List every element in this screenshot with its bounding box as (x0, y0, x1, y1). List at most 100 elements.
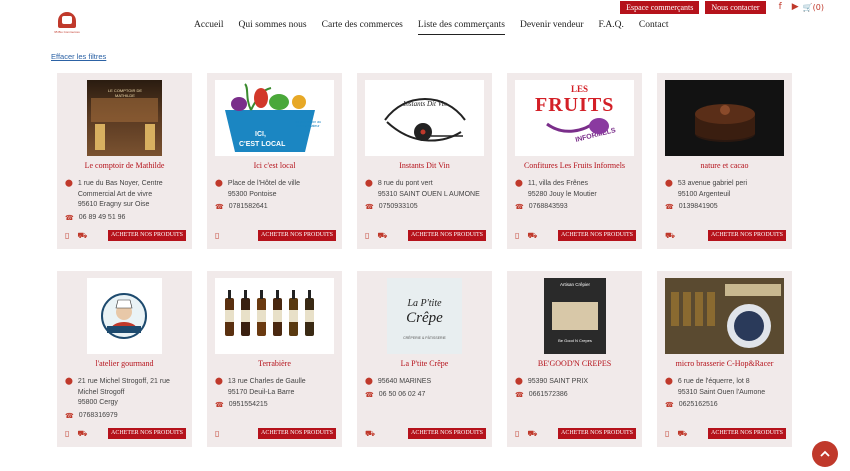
delivery-truck-icon: ⛟ (377, 230, 388, 240)
buy-products-button[interactable]: ACHETER NOS PRODUITS (107, 230, 186, 241)
clear-filters-link[interactable]: Effacer les filtres (51, 52, 106, 61)
phone-icon: ☎ (665, 402, 674, 409)
image-caption: LE COMPTOIR DE MATHILDE (107, 88, 143, 98)
facebook-icon[interactable]: f (779, 2, 782, 12)
phone-number[interactable]: 06 50 06 02 47 (379, 391, 426, 399)
phone-number[interactable]: 0625162516 (679, 401, 718, 409)
merchant-photo (665, 278, 784, 354)
buy-products-button[interactable]: ACHETER NOS PRODUITS (557, 230, 636, 241)
click-and-collect-icon: ▯ (65, 429, 70, 438)
cart-icon: 🛒 (802, 2, 813, 12)
merchant-name[interactable]: nature et cacao (657, 161, 792, 170)
address-lines: 6 rue de l'équerre, lot 8 95310 Saint Oue… (678, 377, 765, 398)
phone-number[interactable]: 0661572386 (529, 391, 568, 399)
cart-link[interactable]: 🛒(0) (803, 3, 824, 12)
merchant-card[interactable]: ICI, C'EST LOCAL ICI, C'EST LOCAL de pro… (207, 73, 342, 249)
card-actions: ⛟ ACHETER NOS PRODUITS (365, 428, 486, 439)
image-caption: Artisan Crêpier (559, 282, 590, 287)
click-and-collect-icon: ▯ (65, 231, 70, 240)
merchant-card[interactable]: l'atelier gourmand ⬤ 21 rue Michel Strog… (57, 271, 192, 447)
contact-us-button[interactable]: Nous contacter (705, 0, 766, 14)
merchant-name[interactable]: La P'tite Crêpe (357, 359, 492, 368)
merchant-phone: ☎ 0625162516 (665, 401, 718, 409)
phone-icon: ☎ (515, 204, 524, 211)
buy-products-button[interactable]: ACHETER NOS PRODUITS (707, 230, 786, 241)
phone-number[interactable]: 06 89 49 51 96 (79, 214, 126, 222)
merchant-card[interactable]: nature et cacao ⬤ 53 avenue gabriel peri… (657, 73, 792, 249)
merchant-card[interactable]: LES FRUITS INFORMELS Confitures Les Frui… (507, 73, 642, 249)
phone-icon: ☎ (65, 412, 74, 420)
address-lines: 21 rue Michel Strogoff, 21 rue Michel Str… (78, 377, 170, 409)
nav-about[interactable]: Qui sommes nous (239, 20, 307, 35)
merchant-name[interactable]: Le comptoir de Mathilde (57, 161, 192, 170)
phone-icon: ☎ (65, 214, 74, 222)
click-and-collect-icon: ▯ (515, 231, 520, 240)
nav-map[interactable]: Carte des commerces (322, 20, 403, 35)
merchant-name[interactable]: Terrabière (207, 359, 342, 368)
buy-products-button[interactable]: ACHETER NOS PRODUITS (407, 428, 486, 439)
phone-icon: ☎ (365, 204, 374, 211)
address-line: Michel Strogoff (77, 388, 125, 396)
merchant-card[interactable]: La P'tite Crêpe CRÊPERIE & PÂTISSERIE La… (357, 271, 492, 447)
merchant-photo (215, 278, 334, 354)
merchant-photo: LE COMPTOIR DE MATHILDE (87, 80, 162, 156)
phone-number[interactable]: 0750933105 (379, 203, 418, 211)
location-pin-icon: ⬤ (665, 180, 673, 187)
phone-icon: ☎ (665, 204, 674, 211)
merchant-photo (665, 80, 784, 156)
image-caption: Crêpe (406, 310, 443, 326)
phone-number[interactable]: 0139841905 (679, 203, 718, 211)
main-nav: Accueil Qui sommes nous Carte des commer… (194, 20, 668, 35)
merchant-phone: ☎ 0139841905 (665, 203, 718, 211)
address-line: 95310 SAINT OUEN L AUMONE (377, 190, 480, 198)
merchant-name[interactable]: l'atelier gourmand (57, 359, 192, 368)
nav-faq[interactable]: F.A.Q. (599, 20, 624, 35)
buy-products-button[interactable]: ACHETER NOS PRODUITS (257, 230, 336, 241)
buy-products-button[interactable]: ACHETER NOS PRODUITS (107, 428, 186, 439)
merchant-name[interactable]: Instants Dit Vin (357, 161, 492, 170)
buy-products-button[interactable]: ACHETER NOS PRODUITS (407, 230, 486, 241)
delivery-truck-icon: ⛟ (77, 230, 88, 240)
buy-products-button[interactable]: ACHETER NOS PRODUITS (707, 428, 786, 439)
address-line: 21 rue Michel Strogoff, 21 rue (77, 378, 170, 385)
youtube-icon[interactable]: ▶ (792, 2, 799, 12)
merchant-card[interactable]: Artisan Crêpier Be Good N Crepes BE'GOOD… (507, 271, 642, 447)
nav-become-seller[interactable]: Devenir vendeur (520, 20, 584, 35)
merchant-address: ⬤ 11, villa des Frênes 95280 Jouy le Mout… (515, 179, 634, 200)
phone-icon: ☎ (515, 391, 524, 399)
buy-products-button[interactable]: ACHETER NOS PRODUITS (257, 428, 336, 439)
location-pin-icon: ⬤ (515, 378, 523, 385)
phone-number[interactable]: 0768843593 (529, 203, 568, 211)
image-caption: Instants Dit Vin (403, 100, 447, 108)
phone-number[interactable]: 0951554215 (229, 401, 268, 409)
buy-products-button[interactable]: ACHETER NOS PRODUITS (557, 428, 636, 439)
location-pin-icon: ⬤ (515, 180, 523, 187)
scroll-top-button[interactable] (812, 441, 838, 467)
phone-icon: ☎ (365, 391, 374, 399)
phone-number[interactable]: 0768316979 (79, 412, 118, 420)
nav-merchant-list[interactable]: Liste des commerçants (417, 20, 505, 35)
card-actions: ▯ ACHETER NOS PRODUITS (215, 428, 336, 439)
card-actions: ▯ ACHETER NOS PRODUITS (215, 230, 336, 241)
address-line: 95800 Cergy (77, 399, 118, 406)
merchant-card[interactable]: LE COMPTOIR DE MATHILDE Le comptoir de M… (57, 73, 192, 249)
card-actions: ⛟ ACHETER NOS PRODUITS (665, 230, 786, 241)
site-logo[interactable]: 95 Bio Commerces (54, 12, 80, 40)
merchant-card[interactable]: Instants Dit Vin Instants Dit Vin ⬤ 8 ru… (357, 73, 492, 249)
merchant-space-button[interactable]: Espace commerçants (620, 0, 700, 14)
nav-contact[interactable]: Contact (639, 20, 669, 35)
merchant-address: ⬤ 53 avenue gabriel peri 95100 Argenteuil (665, 179, 784, 200)
merchant-name[interactable]: BE'GOOD'N CREPES (507, 359, 642, 368)
merchant-name[interactable]: Confitures Les Fruits Informels (507, 161, 642, 170)
merchant-logo: Instants Dit Vin (365, 80, 484, 156)
merchant-name[interactable]: Ici c'est local (207, 161, 342, 170)
address-line: 6 rue de l'équerre, lot 8 (677, 378, 750, 385)
merchant-card[interactable]: Terrabière ⬤ 13 rue Charles de Gaulle 951… (207, 271, 342, 447)
merchant-name[interactable]: micro brasserie C-Hop&Racer (657, 359, 792, 368)
phone-number[interactable]: 0781582641 (229, 203, 268, 211)
delivery-truck-icon: ⛟ (665, 230, 676, 240)
nav-home[interactable]: Accueil (194, 20, 224, 35)
merchant-card[interactable]: micro brasserie C-Hop&Racer ⬤ 6 rue de l… (657, 271, 792, 447)
merchant-phone: ☎ 0951554215 (215, 401, 268, 409)
logo-heart-icon (58, 12, 76, 28)
